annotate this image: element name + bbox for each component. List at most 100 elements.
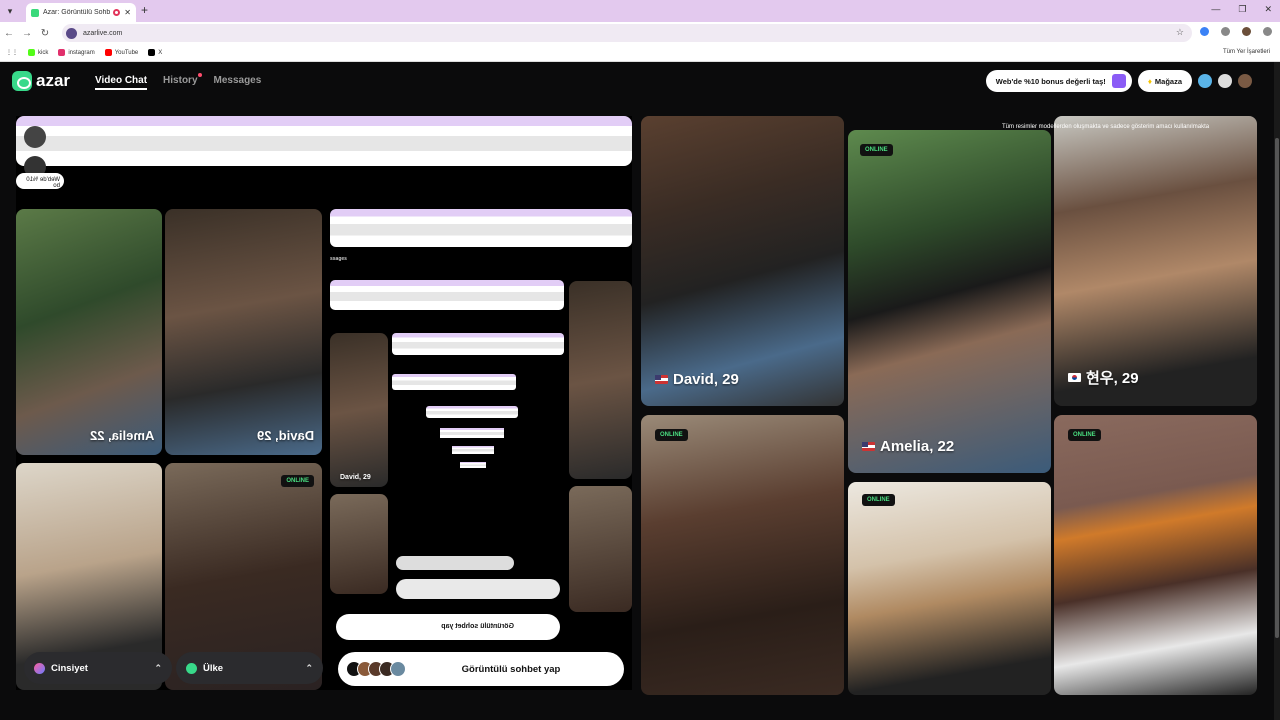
card-amelia[interactable]: ONLINE Amelia, 22 xyxy=(848,130,1051,473)
window-controls: — ❐ ✕ xyxy=(1211,4,1272,15)
card-hyunwoo[interactable]: 현우, 29 xyxy=(1054,116,1257,406)
card-name: 현우, 29 xyxy=(1068,367,1139,388)
kr-flag-icon xyxy=(1068,373,1081,382)
bookmark-label: instagram xyxy=(68,49,95,56)
bookmarks-bar: ⋮⋮ kick instagram YouTube X Tüm Yer İşar… xyxy=(0,44,1280,62)
maximize-icon[interactable]: ❐ xyxy=(1238,4,1246,15)
mirror-name: David, 29 xyxy=(256,428,314,443)
mirror-header-9 xyxy=(460,462,486,468)
site-info-icon[interactable] xyxy=(66,27,77,39)
shop-label: Mağaza xyxy=(1154,76,1182,86)
country-filter[interactable]: Ülke ⌃ xyxy=(176,652,323,684)
address-bar-row: ← → ↻ azarlive.com ☆ xyxy=(0,22,1280,44)
menu-dots-icon[interactable] xyxy=(1263,27,1272,36)
chevron-up-icon: ⌃ xyxy=(305,662,313,673)
mirror-header-8 xyxy=(452,446,494,454)
card-man-bucket-hat[interactable]: ONLINE xyxy=(1054,415,1257,695)
mirror-card-right-david xyxy=(569,281,632,479)
mirror-card-small-david: David, 29 xyxy=(330,333,388,487)
card-name: David, 29 xyxy=(655,371,739,388)
cta-label: Görüntülü sohbet yap xyxy=(461,663,561,675)
forward-icon[interactable]: → xyxy=(18,28,36,39)
card-name-text: 현우, 29 xyxy=(1086,370,1139,387)
mirrored-preview: Web'de %10 bo Amelia, 22 David, 29 ONLIN… xyxy=(16,116,632,690)
gender-label: Cinsiyet xyxy=(51,662,88,674)
browser-tab[interactable]: Azar: Görüntülü Sohbet & R ✕ xyxy=(26,3,136,22)
mirror-header-4 xyxy=(392,333,564,355)
card-name-text: Amelia, 22 xyxy=(880,438,955,455)
instagram-icon xyxy=(58,49,66,56)
mirror-cta-large: Görüntülü sohbet yap xyxy=(336,614,560,640)
avatar-stack xyxy=(346,661,406,677)
bookmark-label: YouTube xyxy=(114,49,139,56)
reload-icon[interactable]: ↻ xyxy=(36,28,54,39)
mirror-header-3 xyxy=(330,280,564,310)
card-blonde-woman[interactable]: ONLINE xyxy=(848,482,1051,695)
mirror-messages-label: ssages xyxy=(330,256,347,262)
mirror-card-small-asian xyxy=(330,494,388,594)
all-bookmarks[interactable]: Tüm Yer İşaretleri xyxy=(1223,49,1270,55)
bookmark-star-icon[interactable]: ☆ xyxy=(1176,27,1184,38)
mirror-header-5 xyxy=(392,374,516,390)
bookmark-label: X xyxy=(158,49,163,56)
globe-icon xyxy=(186,662,197,674)
notification-dot xyxy=(197,73,202,77)
tab-title: Azar: Görüntülü Sohbet & R xyxy=(43,9,111,16)
azar-logo-icon xyxy=(12,71,32,91)
bookmark-label: kick xyxy=(38,49,49,56)
gift-icon xyxy=(1111,74,1126,88)
tab-search-icon[interactable]: ▾ xyxy=(0,6,20,17)
mirror-bonus-pill: Web'de %10 bo xyxy=(16,173,64,189)
tab-messages[interactable]: Messages xyxy=(214,75,262,90)
tab-history[interactable]: History xyxy=(163,73,202,90)
bonus-button[interactable]: Web'de %10 bonus değerli taş! xyxy=(985,70,1132,92)
new-tab-icon[interactable]: + xyxy=(141,3,148,17)
azar-logo[interactable]: azar xyxy=(12,71,70,91)
main-nav: Video Chat History Messages xyxy=(95,73,262,90)
tab-video-chat[interactable]: Video Chat xyxy=(95,75,148,90)
back-icon[interactable]: ← xyxy=(0,28,18,39)
bookmark-youtube[interactable]: YouTube xyxy=(104,49,139,56)
x-icon xyxy=(148,49,156,56)
azar-favicon-icon xyxy=(31,8,39,17)
bookmark-x[interactable]: X xyxy=(148,49,162,56)
apps-grid-icon[interactable]: ⋮⋮ xyxy=(6,49,18,56)
avatar xyxy=(390,661,406,677)
us-flag-icon xyxy=(862,442,875,451)
header-actions: Web'de %10 bonus değerli taş! ♦ Mağaza xyxy=(985,70,1252,92)
mirror-header xyxy=(16,116,632,166)
recording-icon xyxy=(113,9,121,16)
logo-text: azar xyxy=(36,71,71,90)
mirror-cta-medium xyxy=(396,579,560,599)
card-asian-woman[interactable]: ONLINE xyxy=(641,415,844,695)
tab-history-label: History xyxy=(163,75,198,86)
online-badge: ONLINE xyxy=(862,494,895,506)
bookmark-instagram[interactable]: instagram xyxy=(58,49,95,56)
start-video-chat-button[interactable]: Görüntülü sohbet yap xyxy=(338,652,624,686)
mirror-header-7 xyxy=(440,428,504,438)
extension-icon[interactable] xyxy=(1200,27,1209,36)
online-badge: ONLINE xyxy=(655,429,688,441)
gender-filter[interactable]: Cinsiyet ⌃ xyxy=(24,652,172,684)
puzzle-icon[interactable] xyxy=(1221,27,1230,36)
minimize-icon[interactable]: — xyxy=(1211,4,1220,15)
profile-avatar[interactable] xyxy=(1242,27,1251,36)
gem-balance-icon[interactable] xyxy=(1198,74,1212,88)
url-text: azarlive.com xyxy=(83,29,123,37)
card-name-text: David, 29 xyxy=(673,371,739,388)
pip-icon[interactable] xyxy=(24,126,46,148)
shop-button[interactable]: ♦ Mağaza xyxy=(1137,70,1192,92)
online-badge: ONLINE xyxy=(860,144,893,156)
mirror-card-amelia: Amelia, 22 xyxy=(16,209,162,455)
browser-tab-bar: ▾ Azar: Görüntülü Sohbet & R ✕ + — ❐ ✕ xyxy=(0,0,1280,22)
scroll-thumb[interactable] xyxy=(1275,138,1279,638)
bell-icon[interactable] xyxy=(1218,74,1232,88)
bookmark-kick[interactable]: kick xyxy=(28,49,48,56)
user-avatar[interactable] xyxy=(1238,74,1252,88)
card-david[interactable]: David, 29 xyxy=(641,116,844,406)
page-scrollbar[interactable] xyxy=(1274,62,1280,720)
tab-close-icon[interactable]: ✕ xyxy=(124,8,131,17)
url-input[interactable]: azarlive.com ☆ xyxy=(62,24,1192,42)
close-window-icon[interactable]: ✕ xyxy=(1264,4,1272,15)
chevron-up-icon: ⌃ xyxy=(154,662,162,673)
